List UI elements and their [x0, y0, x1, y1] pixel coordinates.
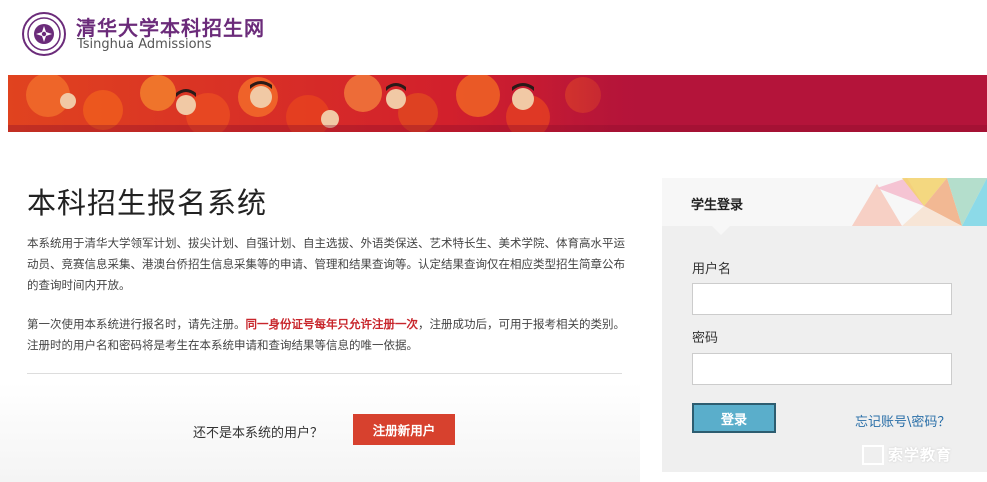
password-label: 密码 — [692, 331, 719, 346]
password-input[interactable] — [692, 353, 952, 385]
register-question: 还不是本系统的用户？ — [193, 426, 324, 441]
banner-image — [8, 75, 987, 132]
login-panel: 学生登录 用户名 密码 登录 忘记账号\密码？ — [662, 178, 987, 472]
register-button[interactable]: 注册新用户 — [353, 414, 455, 445]
page-title: 本科招生报名系统 — [27, 186, 268, 220]
login-panel-header: 学生登录 — [662, 178, 987, 226]
forgot-password-link[interactable]: 忘记账号\密码？ — [855, 411, 950, 430]
watermark-logo-icon — [862, 444, 884, 465]
header-notch — [712, 226, 730, 235]
login-title: 学生登录 — [691, 198, 744, 213]
notice-highlight: 同一身份证号每年只允许注册一次 — [245, 317, 419, 331]
username-input[interactable] — [692, 283, 952, 315]
login-button[interactable]: 登录 — [692, 403, 776, 433]
divider — [27, 373, 622, 374]
site-subtitle: Tsinghua Admissions — [77, 37, 212, 52]
system-description: 本系统用于清华大学领军计划、拔尖计划、自强计划、自主选拔、外语类保送、艺术特长生… — [27, 236, 625, 292]
registration-notice: 第一次使用本系统进行报名时，请先注册。同一身份证号每年只允许注册一次，注册成功后… — [27, 314, 627, 356]
notice-text-before: 第一次使用本系统进行报名时，请先注册。 — [27, 317, 246, 331]
site-header: 清华大学本科招生网 Tsinghua Admissions — [0, 0, 987, 75]
watermark-text: 索学教育 — [888, 446, 953, 464]
university-emblem-icon[interactable] — [22, 12, 66, 56]
watermark: 索学教育 — [862, 444, 952, 465]
username-label: 用户名 — [692, 262, 732, 277]
